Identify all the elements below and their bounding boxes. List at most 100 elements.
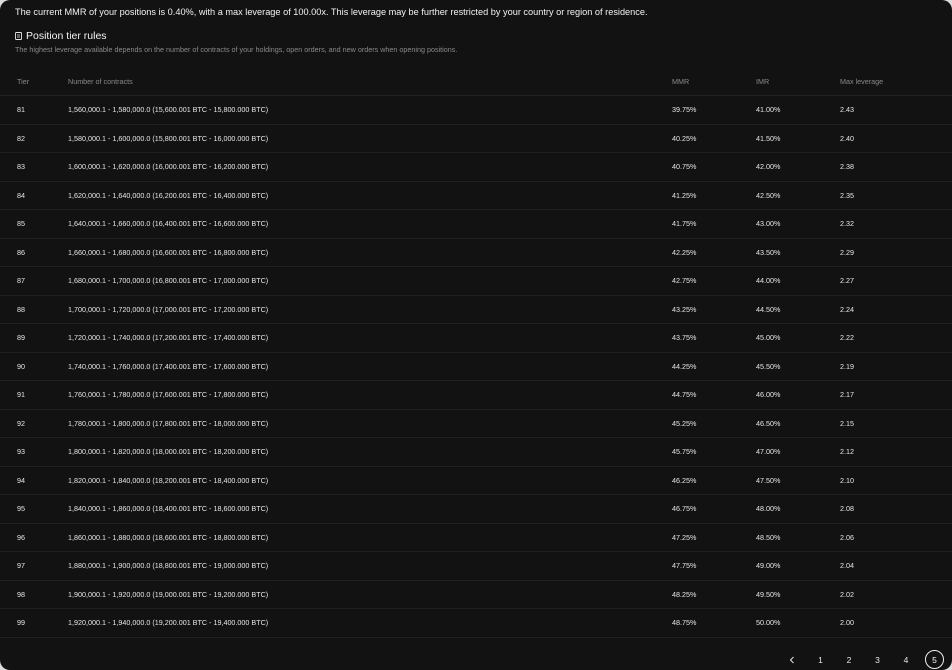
- cell-contracts: 1,580,000.1 - 1,600,000.0 (15,800.001 BT…: [68, 124, 672, 153]
- cell-tier: 86: [0, 238, 68, 267]
- cell-imr: 46.50%: [756, 409, 840, 438]
- cell-contracts: 1,900,000.1 - 1,920,000.0 (19,000.001 BT…: [68, 580, 672, 609]
- cell-max-leverage: 2.40: [840, 124, 952, 153]
- page-button-4[interactable]: 4: [897, 650, 916, 669]
- cell-max-leverage: 2.29: [840, 238, 952, 267]
- cell-contracts: 1,680,000.1 - 1,700,000.0 (16,800.001 BT…: [68, 266, 672, 296]
- cell-mmr: 41.25%: [672, 181, 756, 210]
- position-tier-panel: The current MMR of your positions is 0.4…: [0, 0, 952, 670]
- pagination: 1 2 3 4 5: [773, 650, 944, 669]
- cell-tier: 97: [0, 551, 68, 581]
- cell-contracts: 1,820,000.1 - 1,840,000.0 (18,200.001 BT…: [68, 466, 672, 495]
- cell-mmr: 40.75%: [672, 152, 756, 182]
- cell-contracts: 1,840,000.1 - 1,860,000.0 (18,400.001 BT…: [68, 494, 672, 524]
- page-button-3[interactable]: 3: [868, 650, 887, 669]
- cell-imr: 43.50%: [756, 238, 840, 267]
- cell-imr: 42.50%: [756, 181, 840, 210]
- cell-contracts: 1,600,000.1 - 1,620,000.0 (16,000.001 BT…: [68, 152, 672, 182]
- cell-mmr: 42.25%: [672, 238, 756, 267]
- cell-imr: 41.00%: [756, 95, 840, 125]
- cell-max-leverage: 2.24: [840, 295, 952, 324]
- cell-imr: 48.00%: [756, 494, 840, 524]
- header-max-leverage: Max leverage: [840, 67, 952, 96]
- cell-max-leverage: 2.08: [840, 494, 952, 524]
- cell-tier: 83: [0, 152, 68, 182]
- page-button-2[interactable]: 2: [840, 650, 859, 669]
- cell-imr: 49.50%: [756, 580, 840, 609]
- cell-contracts: 1,800,000.1 - 1,820,000.0 (18,000.001 BT…: [68, 437, 672, 467]
- cell-tier: 94: [0, 466, 68, 495]
- section-description: The highest leverage available depends o…: [15, 45, 458, 54]
- cell-tier: 96: [0, 523, 68, 552]
- document-icon: [15, 32, 22, 40]
- cell-max-leverage: 2.06: [840, 523, 952, 552]
- cell-mmr: 46.75%: [672, 494, 756, 524]
- cell-contracts: 1,700,000.1 - 1,720,000.0 (17,000.001 BT…: [68, 295, 672, 324]
- cell-imr: 47.50%: [756, 466, 840, 495]
- cell-tier: 95: [0, 494, 68, 524]
- table-row: 90 1,740,000.1 - 1,760,000.0 (17,400.001…: [0, 352, 952, 381]
- cell-contracts: 1,760,000.1 - 1,780,000.0 (17,600.001 BT…: [68, 380, 672, 410]
- table-row: 89 1,720,000.1 - 1,740,000.0 (17,200.001…: [0, 323, 952, 353]
- cell-max-leverage: 2.17: [840, 380, 952, 410]
- cell-mmr: 47.75%: [672, 551, 756, 581]
- cell-imr: 41.50%: [756, 124, 840, 153]
- cell-mmr: 42.75%: [672, 266, 756, 296]
- cell-tier: 84: [0, 181, 68, 210]
- cell-mmr: 47.25%: [672, 523, 756, 552]
- cell-max-leverage: 2.22: [840, 323, 952, 353]
- cell-imr: 48.50%: [756, 523, 840, 552]
- table-row: 86 1,660,000.1 - 1,680,000.0 (16,600.001…: [0, 238, 952, 267]
- table-row: 96 1,860,000.1 - 1,880,000.0 (18,600.001…: [0, 523, 952, 552]
- table-row: 95 1,840,000.1 - 1,860,000.0 (18,400.001…: [0, 494, 952, 524]
- cell-tier: 82: [0, 124, 68, 153]
- cell-max-leverage: 2.04: [840, 551, 952, 581]
- cell-max-leverage: 2.27: [840, 266, 952, 296]
- table-row: 81 1,560,000.1 - 1,580,000.0 (15,600.001…: [0, 95, 952, 125]
- table-row: 87 1,680,000.1 - 1,700,000.0 (16,800.001…: [0, 266, 952, 296]
- cell-contracts: 1,560,000.1 - 1,580,000.0 (15,600.001 BT…: [68, 95, 672, 125]
- cell-imr: 43.00%: [756, 209, 840, 239]
- cell-max-leverage: 2.35: [840, 181, 952, 210]
- table-row: 99 1,920,000.1 - 1,940,000.0 (19,200.001…: [0, 608, 952, 638]
- cell-max-leverage: 2.32: [840, 209, 952, 239]
- cell-contracts: 1,780,000.1 - 1,800,000.0 (17,800.001 BT…: [68, 409, 672, 438]
- cell-mmr: 43.25%: [672, 295, 756, 324]
- table-row: 97 1,880,000.1 - 1,900,000.0 (18,800.001…: [0, 551, 952, 581]
- cell-imr: 44.00%: [756, 266, 840, 296]
- cell-imr: 45.00%: [756, 323, 840, 353]
- cell-imr: 47.00%: [756, 437, 840, 467]
- cell-contracts: 1,640,000.1 - 1,660,000.0 (16,400.001 BT…: [68, 209, 672, 239]
- cell-mmr: 48.25%: [672, 580, 756, 609]
- chevron-left-icon: [789, 656, 794, 663]
- table-row: 98 1,900,000.1 - 1,920,000.0 (19,000.001…: [0, 580, 952, 609]
- cell-tier: 91: [0, 380, 68, 410]
- cell-contracts: 1,720,000.1 - 1,740,000.0 (17,200.001 BT…: [68, 323, 672, 353]
- page-button-5-current[interactable]: 5: [925, 650, 944, 669]
- table-row: 84 1,620,000.1 - 1,640,000.0 (16,200.001…: [0, 181, 952, 210]
- cell-max-leverage: 2.12: [840, 437, 952, 467]
- cell-imr: 44.50%: [756, 295, 840, 324]
- table-row: 88 1,700,000.1 - 1,720,000.0 (17,000.001…: [0, 295, 952, 324]
- section-title: Position tier rules: [15, 30, 107, 42]
- cell-max-leverage: 2.38: [840, 152, 952, 182]
- table-row: 83 1,600,000.1 - 1,620,000.0 (16,000.001…: [0, 152, 952, 182]
- cell-mmr: 46.25%: [672, 466, 756, 495]
- table-row: 91 1,760,000.1 - 1,780,000.0 (17,600.001…: [0, 380, 952, 410]
- cell-mmr: 39.75%: [672, 95, 756, 125]
- page-button-1[interactable]: 1: [811, 650, 830, 669]
- section-title-text: Position tier rules: [26, 30, 107, 42]
- table-header-row: Tier Number of contracts MMR IMR Max lev…: [0, 67, 952, 96]
- cell-contracts: 1,880,000.1 - 1,900,000.0 (18,800.001 BT…: [68, 551, 672, 581]
- cell-tier: 99: [0, 608, 68, 638]
- mmr-notice: The current MMR of your positions is 0.4…: [15, 7, 648, 17]
- cell-imr: 50.00%: [756, 608, 840, 638]
- cell-tier: 92: [0, 409, 68, 438]
- cell-mmr: 48.75%: [672, 608, 756, 638]
- cell-tier: 98: [0, 580, 68, 609]
- prev-page-button[interactable]: [783, 650, 802, 669]
- table-row: 92 1,780,000.1 - 1,800,000.0 (17,800.001…: [0, 409, 952, 438]
- cell-imr: 45.50%: [756, 352, 840, 381]
- cell-mmr: 43.75%: [672, 323, 756, 353]
- cell-max-leverage: 2.19: [840, 352, 952, 381]
